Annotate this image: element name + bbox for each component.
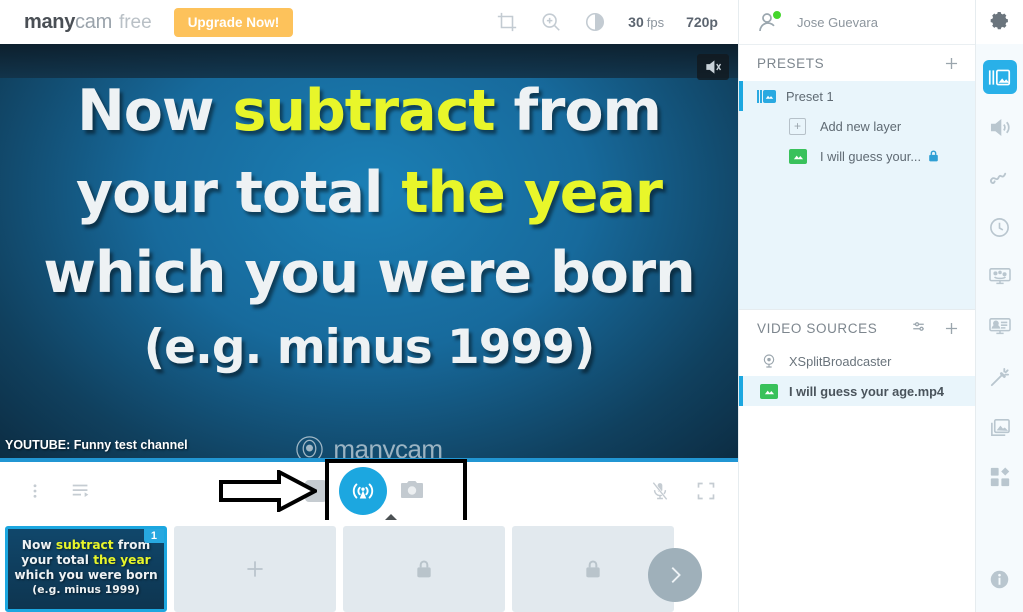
lower-third-icon xyxy=(988,317,1012,337)
playback-control-bar xyxy=(0,462,738,520)
presets-section-header: PRESETS xyxy=(739,45,975,81)
rail-item-draw[interactable] xyxy=(983,160,1017,194)
lock-icon[interactable] xyxy=(927,149,940,163)
logo-edition: free xyxy=(118,11,152,33)
presets-list: Preset 1 + Add new layer I will guess yo… xyxy=(739,81,975,309)
right-panel: Jose Guevara PRESETS Preset 1 + Add new … xyxy=(738,0,975,612)
preset-item-add-new-layer[interactable]: + Add new layer xyxy=(739,111,975,141)
add-layer-label: Add new layer xyxy=(820,118,902,134)
preset-item-label: Preset 1 xyxy=(786,88,834,104)
video-sources-section-header: VIDEO SOURCES xyxy=(739,309,975,346)
sliders-icon[interactable] xyxy=(911,319,929,337)
rail-item-history[interactable] xyxy=(983,210,1017,244)
rail-item-presets[interactable] xyxy=(982,60,1017,94)
rail-item-info[interactable] xyxy=(983,562,1017,596)
image-layer-icon xyxy=(789,148,809,164)
control-bar-center xyxy=(305,462,425,520)
caption-line-1: Now subtract from xyxy=(77,78,662,144)
add-video-source-button[interactable] xyxy=(942,319,961,338)
lock-icon xyxy=(583,558,603,580)
info-icon xyxy=(989,569,1010,590)
preset-strip: 1 Now subtract from your total the year … xyxy=(0,520,738,612)
microphone-muted-icon[interactable] xyxy=(650,480,670,502)
video-source-mp4[interactable]: I will guess your age.mp4 xyxy=(739,376,975,406)
add-layer-icon: + xyxy=(789,117,809,135)
caption-line-4: (e.g. minus 1999) xyxy=(143,320,596,376)
logo-cam: cam xyxy=(75,10,112,33)
magic-wand-icon xyxy=(988,366,1011,389)
preset-thumbnail-locked-2[interactable] xyxy=(512,526,702,612)
channel-tag: YOUTUBE: Funny test channel xyxy=(5,438,188,452)
more-vertical-icon[interactable] xyxy=(26,482,44,500)
live-streaming-button-wrap xyxy=(337,465,389,517)
record-button[interactable] xyxy=(305,480,327,502)
gear-icon[interactable] xyxy=(989,11,1011,33)
preview-mute-button[interactable] xyxy=(697,54,729,80)
rail-item-effects[interactable] xyxy=(983,260,1017,294)
right-rail xyxy=(975,0,1023,612)
speaker-icon xyxy=(988,116,1011,139)
caption-line-3: which you were born xyxy=(43,240,695,307)
logo-many: many xyxy=(24,10,76,33)
fullscreen-icon[interactable] xyxy=(696,481,716,501)
rail-settings-slot xyxy=(976,0,1023,44)
snapshot-icon[interactable] xyxy=(399,480,425,502)
scribble-icon xyxy=(988,166,1011,189)
preset-thumbnail-active[interactable]: 1 Now subtract from your total the year … xyxy=(5,526,167,612)
zoom-in-icon[interactable] xyxy=(540,11,562,33)
app-logo: many cam free xyxy=(24,11,152,34)
rail-item-media[interactable] xyxy=(983,410,1017,444)
playlist-icon[interactable] xyxy=(70,480,92,502)
clock-icon xyxy=(988,216,1011,239)
preset-thumbnail-locked-1[interactable] xyxy=(343,526,505,612)
preset-badge: 1 xyxy=(143,529,164,543)
effects-icon xyxy=(988,267,1012,287)
add-preset-button[interactable] xyxy=(942,54,961,73)
caption-line-2: your total the year xyxy=(75,160,663,227)
presets-title: PRESETS xyxy=(757,55,825,71)
video-source-xsplit[interactable]: XSplitBroadcaster xyxy=(739,346,975,376)
video-sources-title: VIDEO SOURCES xyxy=(757,320,878,336)
video-source-label: XSplitBroadcaster xyxy=(789,353,892,369)
grid-icon xyxy=(989,466,1011,488)
user-name: Jose Guevara xyxy=(797,14,878,30)
rail-item-magic[interactable] xyxy=(983,360,1017,394)
rail-item-lower-third[interactable] xyxy=(983,310,1017,344)
webcam-icon xyxy=(759,353,779,369)
top-toolbar: many cam free Upgrade Now! 30 fps 720p xyxy=(0,0,738,46)
preset-thumbnail-caption: Now subtract from your total the year wh… xyxy=(14,538,158,596)
preset-strip-next-button[interactable] xyxy=(648,548,702,602)
control-bar-right xyxy=(650,462,716,520)
upgrade-button[interactable]: Upgrade Now! xyxy=(173,7,294,37)
crop-icon[interactable] xyxy=(496,11,518,33)
preset-item-preset-1[interactable]: Preset 1 xyxy=(739,81,975,111)
gallery-icon xyxy=(988,417,1011,438)
user-avatar-icon xyxy=(757,10,782,34)
resolution-indicator[interactable]: 720p xyxy=(686,14,718,30)
preset-icon xyxy=(757,88,777,104)
preview-caption: Now subtract from your total the year wh… xyxy=(0,82,738,372)
preset-item-layer-video[interactable]: I will guess your... xyxy=(739,141,975,171)
preset-thumbnail-add[interactable] xyxy=(174,526,336,612)
user-row[interactable]: Jose Guevara xyxy=(739,0,975,45)
control-bar-left xyxy=(26,480,92,502)
live-streaming-button[interactable] xyxy=(339,467,387,515)
video-preview[interactable]: Now subtract from your total the year wh… xyxy=(0,44,738,462)
image-layer-icon xyxy=(759,383,779,399)
plus-icon xyxy=(242,556,268,582)
top-toolbar-right: 30 fps 720p xyxy=(496,11,718,33)
rail-item-audio[interactable] xyxy=(983,110,1017,144)
presets-empty-space xyxy=(739,171,975,309)
rail-item-apps[interactable] xyxy=(983,460,1017,494)
lock-icon xyxy=(414,558,434,580)
online-status-dot xyxy=(772,10,782,20)
fps-indicator[interactable]: 30 fps xyxy=(628,14,664,30)
presets-icon xyxy=(988,68,1011,87)
layer-label: I will guess your... xyxy=(820,148,921,164)
video-sources-list: XSplitBroadcaster I will guess your age.… xyxy=(739,346,975,406)
video-source-label: I will guess your age.mp4 xyxy=(789,383,945,399)
manycam-window: many cam free Upgrade Now! 30 fps 720p N… xyxy=(0,0,1023,612)
brightness-icon[interactable] xyxy=(584,11,606,33)
